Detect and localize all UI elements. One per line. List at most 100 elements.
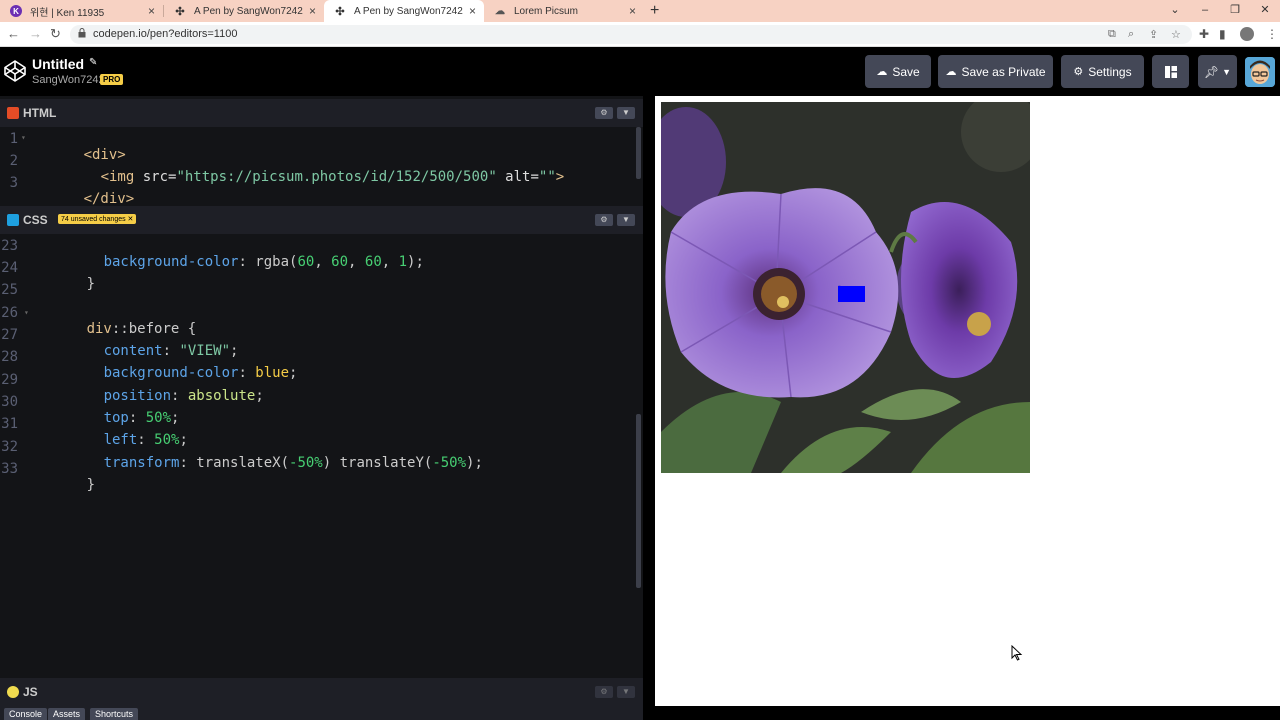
pro-badge: PRO: [100, 74, 124, 85]
browser-tab[interactable]: ✣ A Pen by SangWon7242 ×: [164, 0, 324, 22]
new-tab-button[interactable]: +: [650, 2, 659, 20]
html-pane-title: HTML: [23, 106, 57, 120]
zoom-icon[interactable]: ⌕: [1128, 28, 1134, 41]
settings-label: Settings: [1088, 64, 1132, 79]
js-pane-header[interactable]: JS ⚙ ▼: [0, 678, 643, 706]
code-line: }: [86, 477, 96, 493]
sidepanel-icon[interactable]: ▮: [1219, 27, 1226, 41]
gear-icon[interactable]: ⚙: [595, 214, 613, 226]
codepen-logo-icon[interactable]: [4, 60, 26, 82]
line-number: 23: [1, 238, 18, 254]
code-line: }: [86, 276, 96, 292]
window-controls: ⌄ – ❐ ✕: [1160, 0, 1280, 22]
url-text: codepen.io/pen?editors=1100: [93, 28, 238, 40]
profile-avatar-icon[interactable]: [1240, 27, 1254, 41]
code-line: background-color: rgba(60, 60, 60, 1);: [103, 254, 424, 270]
url-field[interactable]: codepen.io/pen?editors=1100 ⧉ ⌕ ⇪ ☆: [70, 25, 1192, 44]
chevron-down-icon[interactable]: ▼: [617, 214, 635, 226]
bottom-bar: Console Assets Shortcuts: [0, 706, 643, 720]
html-pane-header[interactable]: HTML ⚙ ▼: [0, 99, 643, 127]
restore-icon[interactable]: ❐: [1220, 0, 1250, 22]
line-number: 29: [1, 372, 18, 388]
close-icon[interactable]: ×: [469, 4, 476, 18]
gear-icon[interactable]: ⚙: [595, 107, 613, 119]
petunia-image: VIEW: [661, 102, 1030, 473]
kakao-favicon-icon: K: [10, 5, 22, 17]
browser-tab-bar: K 위현 | Ken 11935 × ✣ A Pen by SangWon724…: [0, 0, 1280, 22]
fold-arrow-icon[interactable]: ▾: [21, 133, 26, 142]
gear-icon: ⚙: [1073, 66, 1084, 78]
settings-button[interactable]: ⚙ Settings: [1061, 55, 1144, 88]
tab-title: A Pen by SangWon7242: [354, 5, 463, 17]
save-private-label: Save as Private: [961, 64, 1046, 79]
line-number: 32: [1, 439, 18, 455]
fold-arrow-icon[interactable]: ▾: [24, 308, 29, 317]
avatar-face-icon: [1245, 57, 1275, 87]
save-label: Save: [892, 64, 920, 79]
close-icon[interactable]: ×: [309, 4, 316, 18]
extensions-icon[interactable]: ✚: [1199, 27, 1209, 41]
browser-tab[interactable]: ☁ Lorem Picsum ×: [484, 0, 644, 22]
html-code-editor[interactable]: 1 2 3 ▾ <div> <img src="https://picsum.p…: [0, 127, 643, 207]
line-number: 33: [1, 461, 18, 477]
pencil-icon[interactable]: ✎: [89, 57, 97, 68]
scrollbar[interactable]: [636, 127, 641, 179]
code-line: transform: translateX(-50%) translateY(-…: [103, 455, 483, 471]
line-number: 24: [1, 260, 18, 276]
close-icon[interactable]: ×: [148, 4, 155, 18]
tab-title: A Pen by SangWon7242: [194, 5, 303, 17]
layout-icon: [1164, 65, 1177, 78]
scrollbar[interactable]: [636, 414, 641, 588]
save-button[interactable]: ☁ Save: [865, 55, 931, 88]
tab-title: Lorem Picsum: [514, 5, 578, 17]
forward-icon[interactable]: →: [29, 26, 42, 41]
codepen-favicon-icon: ✣: [175, 5, 185, 18]
line-number: 3: [9, 175, 18, 191]
js-lang-icon: [7, 686, 19, 698]
translate-icon[interactable]: ⧉: [1108, 28, 1116, 41]
line-number: 28: [1, 349, 18, 365]
js-pane-title: JS: [23, 685, 38, 699]
minimize-icon[interactable]: –: [1190, 0, 1220, 22]
user-avatar[interactable]: [1245, 57, 1275, 87]
browser-tab[interactable]: K 위현 | Ken 11935 ×: [0, 0, 163, 22]
shortcuts-button[interactable]: Shortcuts: [90, 708, 139, 720]
pen-owner[interactable]: SangWon7242: [32, 74, 105, 86]
assets-button[interactable]: Assets: [48, 708, 86, 720]
back-icon[interactable]: ←: [7, 26, 20, 41]
gear-icon[interactable]: ⚙: [595, 686, 613, 698]
browser-tab-active[interactable]: ✣ A Pen by SangWon7242 ×: [324, 0, 484, 22]
bookmark-star-icon[interactable]: ☆: [1171, 28, 1181, 41]
console-button[interactable]: Console: [4, 708, 48, 720]
line-number: 2: [9, 153, 18, 169]
save-as-private-button[interactable]: ☁ Save as Private: [938, 55, 1053, 88]
html-lang-icon: [7, 107, 19, 119]
line-number: 26: [1, 305, 18, 321]
reload-icon[interactable]: ↻: [50, 26, 61, 42]
menu-icon[interactable]: ⋮: [1266, 27, 1278, 41]
close-icon[interactable]: ×: [629, 4, 636, 18]
line-number: 31: [1, 416, 18, 432]
mouse-cursor-icon: [1011, 645, 1023, 661]
chevron-down-icon[interactable]: ▼: [617, 686, 635, 698]
chevron-down-icon: ▼: [1222, 66, 1232, 77]
editor-column: HTML ⚙ ▼ 1 2 3 ▾ <div> <img src="https:/…: [0, 96, 643, 720]
view-pseudo-element: VIEW: [838, 286, 865, 302]
line-number: 25: [1, 282, 18, 298]
chevron-down-icon[interactable]: ▼: [617, 107, 635, 119]
pin-menu-button[interactable]: 📌︎ ▼: [1198, 55, 1237, 88]
unsaved-changes-badge[interactable]: 74 unsaved changes ✕: [58, 214, 137, 224]
change-view-button[interactable]: [1152, 55, 1189, 88]
pen-title[interactable]: Untitled: [32, 56, 84, 72]
tab-search-icon[interactable]: ⌄: [1160, 0, 1190, 22]
line-number: 27: [1, 327, 18, 343]
pin-icon: 📌︎: [1203, 64, 1220, 79]
cloud-icon: ☁: [876, 66, 888, 78]
css-pane-title: CSS: [23, 213, 48, 227]
share-icon[interactable]: ⇪: [1149, 28, 1158, 41]
close-window-icon[interactable]: ✕: [1250, 0, 1280, 22]
resize-divider[interactable]: [643, 96, 655, 720]
css-code-editor[interactable]: 23 24 25 26 27 28 29 30 31 32 33 ▾ backg…: [0, 234, 643, 676]
css-pane-header[interactable]: CSS 74 unsaved changes ✕ ⚙ ▼: [0, 206, 643, 234]
codepen-favicon-icon: ✣: [335, 5, 345, 18]
